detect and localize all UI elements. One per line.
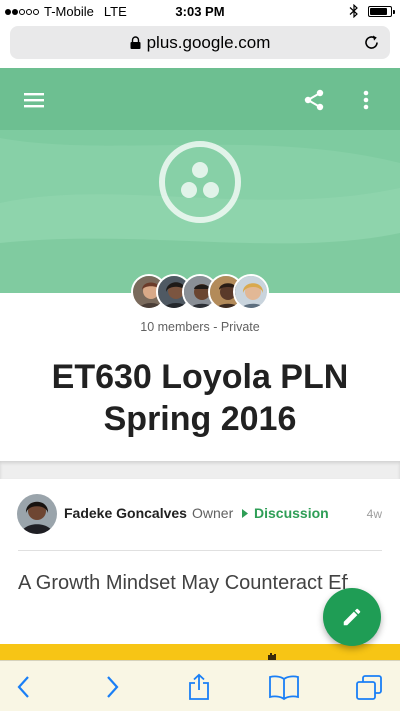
- post-title[interactable]: A Growth Mindset May Counteract Effects …: [18, 569, 348, 597]
- post-category[interactable]: Discussion: [254, 505, 329, 521]
- community-header: [0, 68, 400, 293]
- reload-icon[interactable]: [363, 34, 380, 51]
- community-icon: [159, 141, 241, 223]
- browser-url-area: plus.google.com: [0, 22, 400, 68]
- page-title: ET630 Loyola PLN Spring 2016: [51, 358, 349, 438]
- bookmarks-icon[interactable]: [268, 673, 300, 701]
- post-timestamp: 4w: [366, 507, 382, 521]
- caret-right-icon: [242, 509, 248, 518]
- address-bar[interactable]: plus.google.com: [10, 26, 390, 59]
- post-author[interactable]: Fadeke Goncalves: [64, 505, 187, 521]
- browser-toolbar: [0, 660, 400, 711]
- url-text: plus.google.com: [146, 33, 271, 52]
- post-image-preview[interactable]: [0, 644, 400, 660]
- section-divider: [0, 461, 400, 479]
- url-display[interactable]: plus.google.com: [10, 33, 390, 53]
- battery-icon: [368, 5, 395, 17]
- bluetooth-icon: [349, 4, 358, 18]
- compose-button[interactable]: [323, 588, 381, 646]
- lock-icon: [130, 36, 141, 49]
- post-divider: [18, 550, 382, 551]
- status-time: 3:03 PM: [175, 4, 225, 19]
- avatar: [233, 274, 269, 310]
- status-right: [348, 4, 395, 18]
- pencil-icon: [343, 608, 361, 626]
- header-toolbar: [0, 68, 400, 130]
- more-vert-icon[interactable]: [356, 88, 376, 112]
- forward-icon[interactable]: [102, 673, 122, 701]
- members-count: 10 members - Private: [140, 320, 260, 334]
- share-icon[interactable]: [186, 673, 212, 701]
- tabs-icon[interactable]: [354, 673, 384, 701]
- avatar[interactable]: [17, 494, 57, 534]
- share-icon[interactable]: [302, 88, 326, 112]
- status-bar: T-Mobile LTE 3:03 PM: [0, 0, 400, 22]
- menu-icon[interactable]: [22, 88, 46, 112]
- member-avatars[interactable]: [131, 274, 269, 310]
- back-icon[interactable]: [14, 673, 34, 701]
- author-role: Owner: [192, 505, 234, 521]
